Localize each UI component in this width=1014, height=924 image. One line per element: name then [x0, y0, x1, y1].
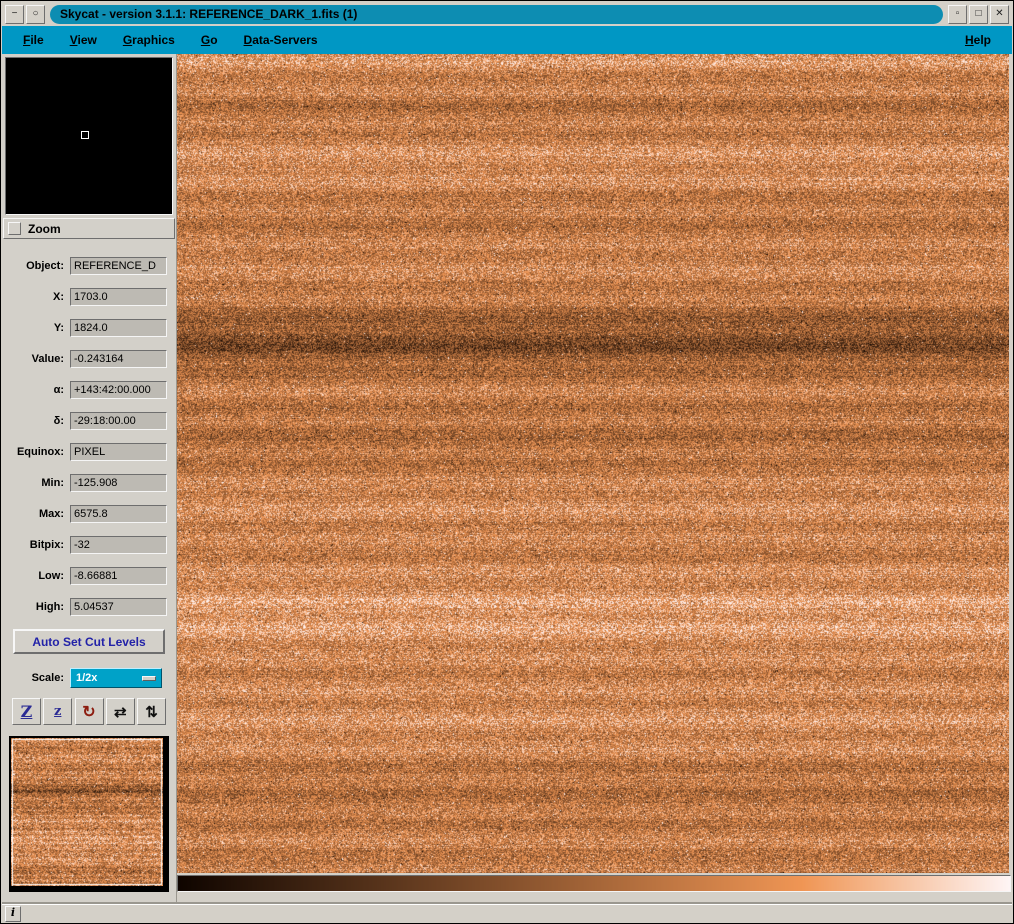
menu-go[interactable]: Go [188, 29, 231, 51]
zoom-marker-square [81, 131, 89, 139]
colorbar-gradient [178, 876, 1010, 891]
control-panel: Zoom Object: REFERENCE_D X: 1703.0 Y: 18… [2, 54, 177, 903]
ra-entry[interactable]: +143:42:00.000 [70, 381, 167, 399]
window-shade-button[interactable]: ○ [26, 5, 45, 24]
field-row-object: Object: REFERENCE_D [2, 250, 176, 281]
auto-set-cut-levels-button[interactable]: Auto Set Cut Levels [13, 629, 165, 654]
field-row-y: Y: 1824.0 [2, 312, 176, 343]
value-label: Value: [4, 353, 70, 365]
menu-view[interactable]: View [57, 29, 110, 51]
scale-row: Scale: 1/2x [2, 668, 176, 688]
zoom-checkbox[interactable] [8, 222, 21, 235]
window-menu-button[interactable]: − [5, 5, 24, 24]
pan-window[interactable] [9, 736, 169, 892]
bitpix-entry[interactable]: -32 [70, 536, 167, 554]
zoom-out-icon: z [54, 704, 61, 719]
y-entry[interactable]: 1824.0 [70, 319, 167, 337]
value-entry[interactable]: -0.243164 [70, 350, 167, 368]
field-row-high: High: 5.04537 [2, 591, 176, 622]
fits-image-canvas[interactable] [177, 54, 1009, 873]
min-label: Min: [4, 477, 70, 489]
high-label: High: [4, 601, 70, 613]
flip-y-button[interactable]: ⇅ [137, 698, 166, 725]
dec-label: δ: [4, 415, 70, 427]
image-viewport[interactable] [177, 54, 1009, 873]
flip-x-icon: ⇄ [114, 703, 127, 721]
zoom-in-icon: Z [21, 702, 33, 721]
object-entry[interactable]: REFERENCE_D [70, 257, 167, 275]
ra-label: α: [4, 384, 70, 396]
titlebar[interactable]: − ○ Skycat - version 3.1.1: REFERENCE_DA… [2, 2, 1012, 26]
low-label: Low: [4, 570, 70, 582]
maximize-button[interactable]: □ [969, 5, 988, 24]
pan-thumbnail[interactable] [11, 738, 163, 886]
max-entry[interactable]: 6575.8 [70, 505, 167, 523]
scale-dropdown[interactable]: 1/2x [70, 668, 162, 688]
titlebar-capsule[interactable]: Skycat - version 3.1.1: REFERENCE_DARK_1… [50, 5, 943, 24]
zoom-toggle-bar[interactable]: Zoom [3, 218, 175, 239]
scale-value: 1/2x [76, 672, 97, 684]
equinox-entry[interactable]: PIXEL [70, 443, 167, 461]
scale-label: Scale: [4, 672, 70, 684]
max-label: Max: [4, 508, 70, 520]
equinox-label: Equinox: [4, 446, 70, 458]
close-button[interactable]: ✕ [990, 5, 1009, 24]
menu-help[interactable]: Help [952, 29, 1004, 51]
iconify-button[interactable]: ▫ [948, 5, 967, 24]
field-row-dec: δ: -29:18:00.00 [2, 405, 176, 436]
field-row-max: Max: 6575.8 [2, 498, 176, 529]
x-entry[interactable]: 1703.0 [70, 288, 167, 306]
rotate-icon: ↻ [82, 702, 95, 722]
skycat-window: − ○ Skycat - version 3.1.1: REFERENCE_DA… [0, 0, 1014, 924]
menu-data-servers[interactable]: Data-Servers [231, 29, 331, 51]
zoom-preview [5, 57, 173, 215]
field-row-low: Low: -8.66881 [2, 560, 176, 591]
dropdown-indicator-icon [142, 676, 156, 681]
window-title: Skycat - version 3.1.1: REFERENCE_DARK_1… [60, 7, 357, 21]
info-button[interactable]: i [5, 906, 21, 922]
field-row-x: X: 1703.0 [2, 281, 176, 312]
field-row-value: Value: -0.243164 [2, 343, 176, 374]
flip-y-icon: ⇅ [145, 703, 158, 721]
field-row-equinox: Equinox: PIXEL [2, 436, 176, 467]
statusbar: i [2, 904, 1012, 922]
zoom-in-button[interactable]: Z [12, 698, 41, 725]
bitpix-label: Bitpix: [4, 539, 70, 551]
zoom-out-button[interactable]: z [43, 698, 72, 725]
menu-graphics[interactable]: Graphics [110, 29, 188, 51]
min-entry[interactable]: -125.908 [70, 474, 167, 492]
field-row-ra: α: +143:42:00.000 [2, 374, 176, 405]
high-entry[interactable]: 5.04537 [70, 598, 167, 616]
menubar: File View Graphics Go Data-Servers Help [2, 26, 1012, 54]
y-label: Y: [4, 322, 70, 334]
field-row-bitpix: Bitpix: -32 [2, 529, 176, 560]
menu-file[interactable]: File [10, 29, 57, 51]
low-entry[interactable]: -8.66881 [70, 567, 167, 585]
dec-entry[interactable]: -29:18:00.00 [70, 412, 167, 430]
field-row-min: Min: -125.908 [2, 467, 176, 498]
rotate-button[interactable]: ↻ [75, 698, 104, 725]
object-label: Object: [4, 260, 70, 272]
x-label: X: [4, 291, 70, 303]
flip-x-button[interactable]: ⇄ [106, 698, 135, 725]
info-panel: Object: REFERENCE_D X: 1703.0 Y: 1824.0 … [2, 239, 176, 622]
zoom-toolbar: Z z ↻ ⇄ ⇅ [2, 698, 176, 725]
colorbar [177, 875, 1011, 892]
zoom-label: Zoom [28, 222, 61, 236]
